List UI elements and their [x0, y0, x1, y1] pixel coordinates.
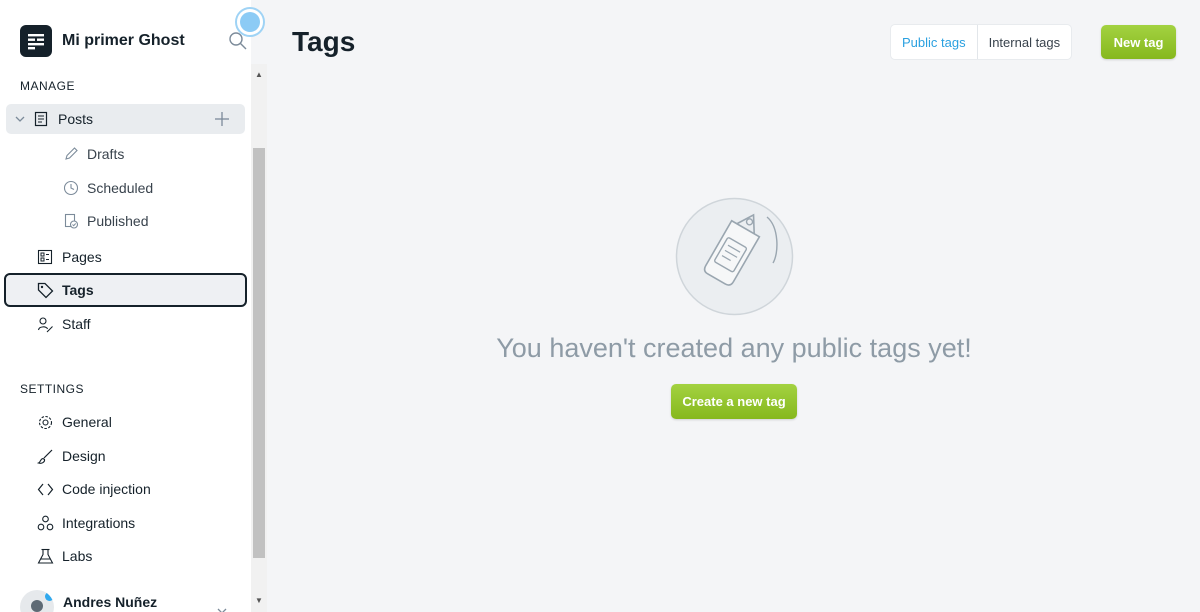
sidebar-item-label: Integrations: [62, 515, 136, 531]
pages-icon: [36, 248, 54, 266]
focus-indicator-icon: [235, 7, 265, 37]
sidebar-item-tags[interactable]: Tags: [4, 273, 247, 307]
tab-internal-tags[interactable]: Internal tags: [978, 25, 1072, 59]
sidebar-scrollbar[interactable]: ▲ ▼: [251, 64, 267, 612]
sidebar-item-label: Design: [62, 448, 106, 464]
tag-icon: [36, 281, 54, 299]
add-post-icon[interactable]: [213, 110, 231, 131]
scroll-up-arrow-icon[interactable]: ▲: [251, 70, 267, 82]
new-tag-button[interactable]: New tag: [1101, 25, 1176, 59]
sidebar-item-design[interactable]: Design: [6, 441, 245, 471]
site-logo-icon: [20, 25, 52, 57]
settings-section-label: SETTINGS: [20, 382, 85, 396]
sidebar-item-label: Code injection: [62, 481, 151, 497]
avatar: [20, 590, 54, 612]
sidebar-item-posts[interactable]: Posts: [6, 104, 245, 134]
scroll-thumb[interactable]: [253, 148, 265, 558]
sidebar-item-label: Published: [87, 213, 149, 229]
user-name: Andres Nuñez: [63, 594, 158, 610]
sidebar-item-label: Posts: [58, 111, 94, 127]
chevron-down-icon[interactable]: [216, 604, 228, 612]
sidebar-item-label: Pages: [62, 249, 102, 265]
brush-icon: [36, 447, 54, 465]
empty-state-message: You haven't created any public tags yet!: [496, 333, 972, 363]
posts-icon: [32, 110, 50, 128]
sidebar-item-label: Tags: [62, 282, 94, 298]
sidebar-item-label: Scheduled: [87, 180, 154, 196]
tab-public-tags[interactable]: Public tags: [891, 25, 978, 59]
clock-icon: [62, 179, 80, 197]
site-brand[interactable]: Mi primer Ghost: [20, 24, 185, 58]
sidebar-item-label: Drafts: [87, 146, 125, 162]
sidebar-item-label: Staff: [62, 316, 91, 332]
sidebar-item-published[interactable]: Published: [62, 209, 149, 233]
staff-icon: [36, 315, 54, 333]
sidebar-item-scheduled[interactable]: Scheduled: [62, 176, 153, 200]
gear-icon: [36, 413, 54, 431]
tag-illustration-icon: [675, 197, 794, 316]
sidebar-item-general[interactable]: General: [6, 407, 245, 437]
manage-section-label: MANAGE: [20, 79, 76, 93]
sidebar-item-code-injection[interactable]: Code injection: [6, 474, 245, 504]
page-title: Tags: [292, 26, 356, 57]
published-icon: [62, 212, 80, 230]
status-dot-icon: [45, 592, 54, 601]
sidebar-item-drafts[interactable]: Drafts: [62, 142, 124, 166]
scroll-down-arrow-icon[interactable]: ▼: [251, 596, 267, 608]
flask-icon: [36, 547, 54, 565]
code-icon: [36, 480, 54, 498]
chevron-down-icon[interactable]: [14, 113, 28, 125]
create-new-tag-button[interactable]: Create a new tag: [671, 384, 797, 419]
integrations-icon: [36, 514, 54, 532]
site-title: Mi primer Ghost: [62, 32, 185, 49]
sidebar-item-integrations[interactable]: Integrations: [6, 508, 245, 538]
sidebar-item-label: Labs: [62, 548, 93, 564]
pencil-icon: [62, 145, 80, 163]
sidebar-item-labs[interactable]: Labs: [6, 541, 245, 571]
sidebar-item-staff[interactable]: Staff: [6, 309, 245, 339]
user-menu[interactable]: Andres Nuñez: [20, 590, 227, 612]
sidebar-item-label: General: [62, 414, 112, 430]
sidebar-item-pages[interactable]: Pages: [6, 242, 245, 272]
tag-type-tabs: Public tags Internal tags: [891, 25, 1072, 59]
sidebar: Mi primer Ghost MANAGE Posts Drafts Sche…: [0, 0, 251, 612]
